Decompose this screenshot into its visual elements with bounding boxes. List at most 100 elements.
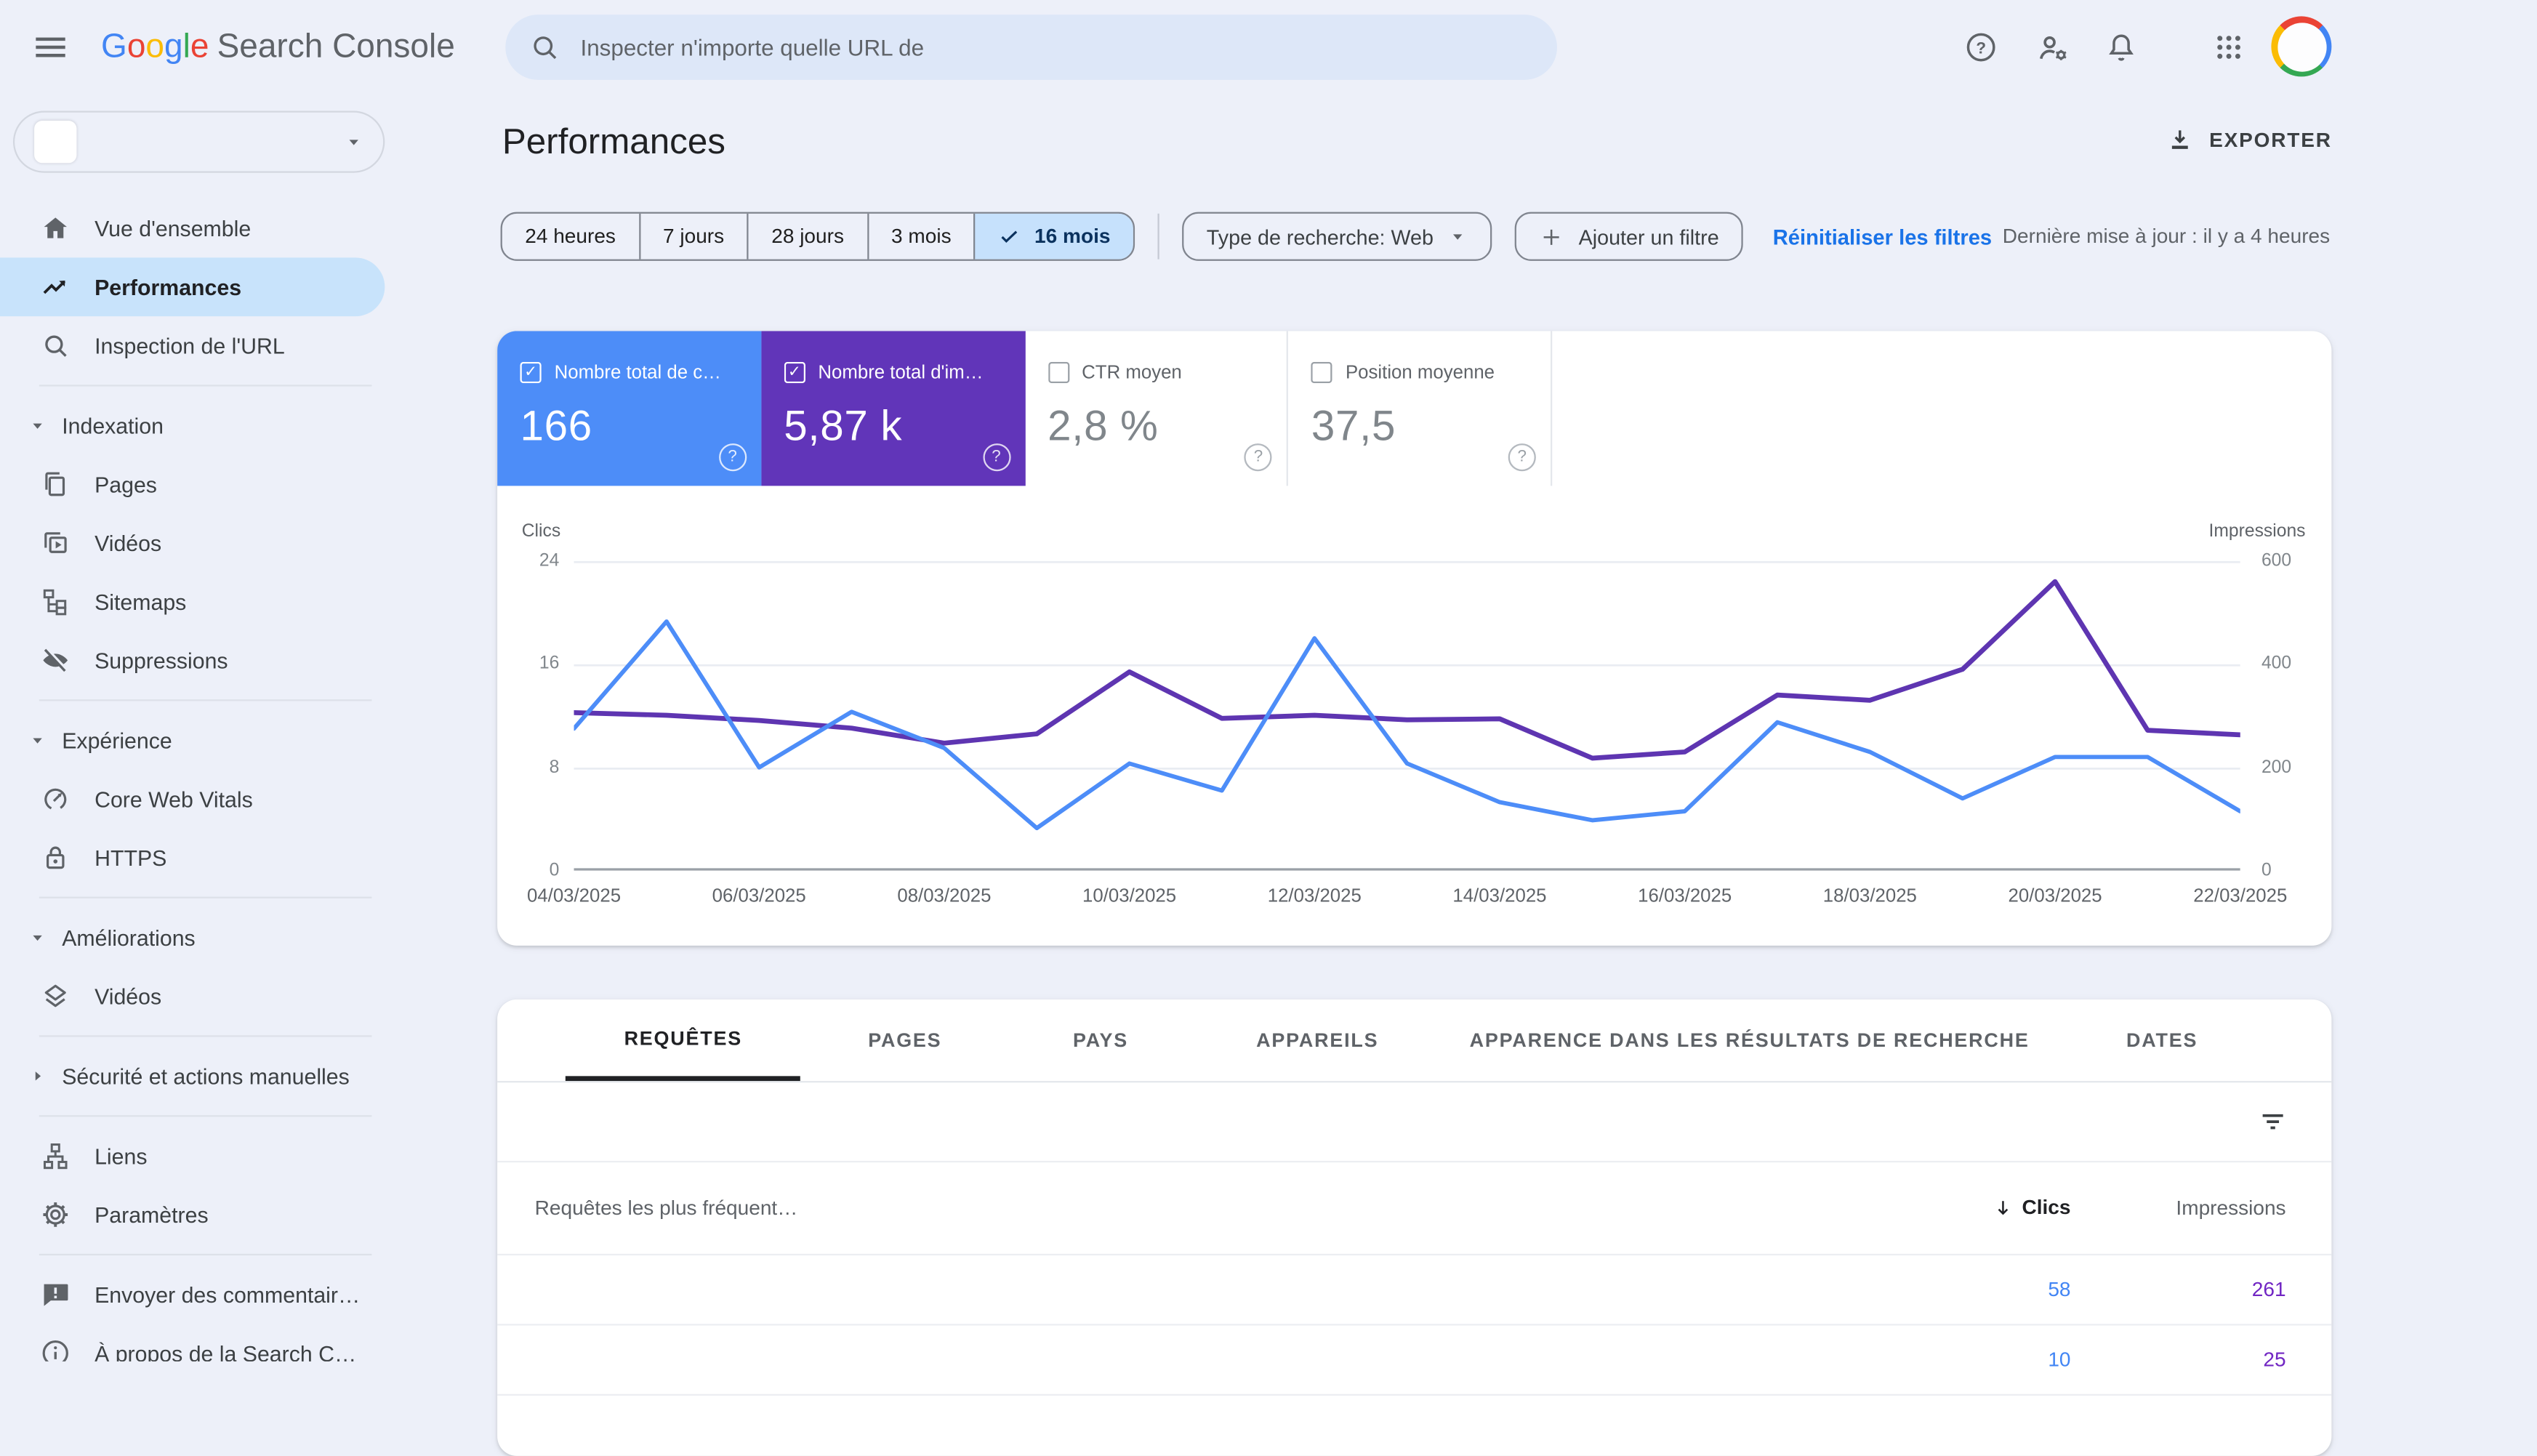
caret-down-icon — [28, 928, 47, 947]
menu-icon[interactable] — [29, 28, 71, 67]
tab-pages[interactable]: PAGES — [809, 1000, 1000, 1081]
table-row[interactable]: 1025 — [497, 1324, 2331, 1396]
sidebar-item-a-propos-de-la-search-c[interactable]: À propos de la Search C… — [0, 1324, 391, 1362]
table-row[interactable]: 58261 — [497, 1254, 2331, 1326]
sidebar-item-envoyer-des-commentair[interactable]: Envoyer des commentair… — [0, 1266, 391, 1324]
date-range-group: 24 heures7 jours28 jours3 mois16 mois — [501, 212, 1135, 261]
metric-tile-nombre-total-d-im[interactable]: ✓Nombre total d'im…5,87 k? — [761, 331, 1025, 486]
sidebar-item-inspection-de-l-url[interactable]: Inspection de l'URL — [0, 316, 391, 375]
x-axis-label: 16/03/2025 — [1638, 887, 1732, 906]
reset-filters-link[interactable]: Réinitialiser les filtres — [1773, 224, 1992, 249]
date-range-chip-24-heures[interactable]: 24 heures — [502, 214, 639, 260]
sidebar-item-videos[interactable]: Vidéos — [0, 967, 391, 1026]
notifications-icon[interactable] — [2088, 15, 2154, 80]
left-axis-tick: 16 — [510, 654, 559, 674]
column-header-impressions[interactable]: Impressions — [2176, 1196, 2285, 1218]
sidebar-section-experience[interactable]: Expérience — [0, 711, 391, 770]
help-icon[interactable]: ? — [1948, 15, 2014, 80]
tab-requetes[interactable]: REQUÊTES — [566, 1000, 801, 1081]
sidebar-item-core-web-vitals[interactable]: Core Web Vitals — [0, 770, 391, 829]
sort-desc-icon — [1991, 1195, 2016, 1220]
clics-cell: 58 — [2048, 1277, 2070, 1300]
checkbox-checked-icon[interactable]: ✓ — [784, 362, 805, 383]
top-bar: GoogleSearch Console ? — [0, 0, 2537, 94]
x-axis-label: 12/03/2025 — [1268, 887, 1362, 906]
performance-chart-card: ✓Nombre total de c…166?✓Nombre total d'i… — [497, 331, 2331, 946]
sidebar-divider — [0, 375, 391, 396]
chevron-down-icon — [344, 132, 363, 152]
search-input[interactable] — [577, 33, 1535, 62]
x-axis-label: 04/03/2025 — [527, 887, 621, 906]
url-inspection-search-bar[interactable] — [505, 15, 1557, 80]
date-range-chip-28-jours[interactable]: 28 jours — [747, 214, 867, 260]
column-header-clics[interactable]: Clics — [1991, 1195, 2071, 1220]
app-logo: GoogleSearch Console — [101, 28, 455, 67]
property-selector[interactable] — [13, 111, 385, 173]
metric-tiles: ✓Nombre total de c…166?✓Nombre total d'i… — [497, 331, 1552, 486]
help-circle-icon[interactable]: ? — [1508, 443, 1536, 471]
check-icon — [999, 225, 1021, 248]
sidebar-divider — [0, 1106, 391, 1127]
date-range-chip-3-mois[interactable]: 3 mois — [867, 214, 974, 260]
performance-icon — [39, 270, 72, 303]
x-axis-label: 14/03/2025 — [1452, 887, 1546, 906]
caret-down-icon — [28, 731, 47, 750]
x-axis-label: 06/03/2025 — [712, 887, 806, 906]
left-axis-tick: 8 — [510, 757, 559, 777]
sidebar-item-sitemaps[interactable]: Sitemaps — [0, 572, 391, 631]
video-icon — [39, 526, 72, 559]
caret-right-icon — [28, 1066, 47, 1086]
queries-table-card: REQUÊTESPAGESPAYSAPPAREILSAPPARENCE DANS… — [497, 1000, 2331, 1456]
sidebar: Vue d'ensemblePerformancesInspection de … — [0, 94, 391, 1362]
metric-tile-ctr-moyen[interactable]: CTR moyen2,8 %? — [1025, 331, 1289, 486]
sidebar-item-liens[interactable]: Liens — [0, 1127, 391, 1186]
x-axis-label: 22/03/2025 — [2193, 887, 2287, 906]
checkbox-unchecked-icon[interactable] — [1048, 362, 1069, 383]
filter-icon[interactable] — [2256, 1106, 2289, 1138]
sidebar-section-indexation[interactable]: Indexation — [0, 396, 391, 455]
line-chart[interactable] — [574, 561, 2240, 871]
filter-bar: 24 heures7 jours28 jours3 mois16 mois Ty… — [501, 212, 1993, 261]
tab-dates[interactable]: DATES — [2067, 1000, 2256, 1081]
search-type-chip[interactable]: Type de recherche: Web — [1182, 212, 1492, 261]
tab-appareils[interactable]: APPAREILS — [1197, 1000, 1437, 1081]
sidebar-section-securite-et-actions-manuelles[interactable]: Sécurité et actions manuelles — [0, 1047, 391, 1106]
sidebar-item-videos[interactable]: Vidéos — [0, 514, 391, 573]
right-axis-tick: 600 — [2261, 551, 2327, 571]
help-circle-icon[interactable]: ? — [719, 443, 747, 471]
sidebar-item-https[interactable]: HTTPS — [0, 828, 391, 887]
sidebar-section-ameliorations[interactable]: Améliorations — [0, 908, 391, 967]
svg-text:?: ? — [1976, 39, 1986, 57]
speed-icon — [39, 783, 72, 816]
checkbox-checked-icon[interactable]: ✓ — [520, 362, 541, 383]
sidebar-item-suppressions[interactable]: Suppressions — [0, 631, 391, 690]
manage-account-icon[interactable] — [2020, 15, 2086, 80]
sidebar-item-pages[interactable]: Pages — [0, 455, 391, 514]
sidebar-item-vue-d-ensemble[interactable]: Vue d'ensemble — [0, 199, 391, 258]
metric-label: Position moyenne — [1346, 363, 1495, 382]
date-range-chip-7-jours[interactable]: 7 jours — [638, 214, 747, 260]
metric-tile-position-moyenne[interactable]: Position moyenne37,5? — [1288, 331, 1552, 486]
metric-tile-nombre-total-de-c[interactable]: ✓Nombre total de c…166? — [497, 331, 761, 486]
tab-apparence-dans-les-resultats-de-recherche[interactable]: APPARENCE DANS LES RÉSULTATS DE RECHERCH… — [1411, 1000, 2088, 1081]
metric-label: CTR moyen — [1082, 363, 1182, 382]
feedback-icon — [39, 1278, 72, 1311]
page-title: Performances — [502, 121, 725, 163]
plus-icon — [1540, 224, 1564, 249]
tab-pays[interactable]: PAYS — [1014, 1000, 1187, 1081]
apps-grid-icon[interactable] — [2196, 15, 2261, 80]
sidebar-item-parametres[interactable]: Paramètres — [0, 1186, 391, 1244]
pages-icon — [39, 468, 72, 501]
avatar[interactable] — [2271, 16, 2331, 76]
x-axis-label: 10/03/2025 — [1082, 887, 1176, 906]
sidebar-item-performances[interactable]: Performances — [0, 257, 385, 316]
gear-icon — [39, 1199, 72, 1231]
metric-value: 5,87 k — [784, 401, 1024, 452]
help-circle-icon[interactable]: ? — [1245, 443, 1272, 471]
date-range-chip-16-mois[interactable]: 16 mois — [974, 214, 1133, 260]
right-axis-tick: 0 — [2261, 861, 2327, 880]
add-filter-chip[interactable]: Ajouter un filtre — [1515, 212, 1743, 261]
help-circle-icon[interactable]: ? — [982, 443, 1010, 471]
export-button[interactable]: EXPORTER — [2166, 126, 2332, 155]
checkbox-unchecked-icon[interactable] — [1311, 362, 1332, 383]
